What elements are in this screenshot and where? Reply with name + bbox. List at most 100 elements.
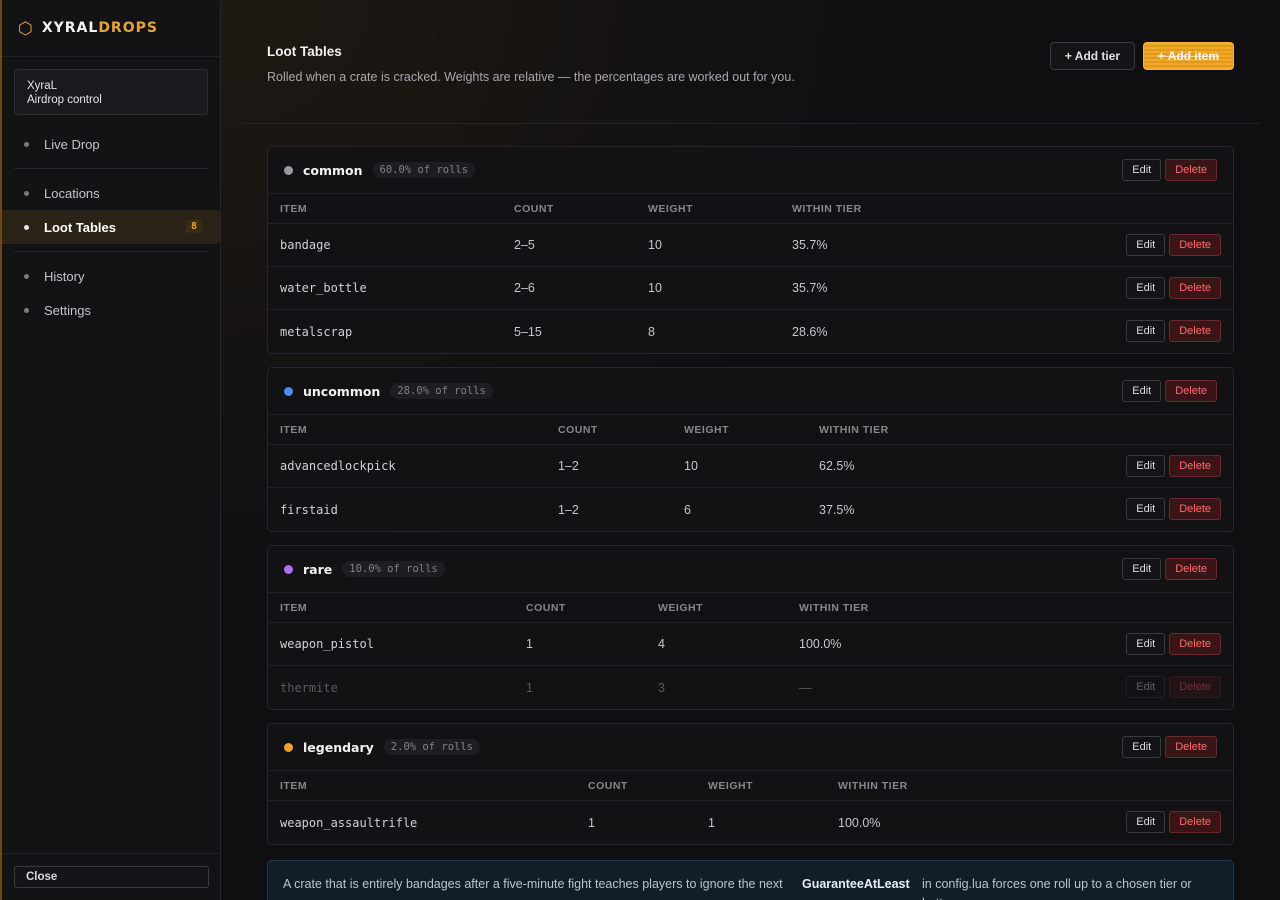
item-weight: 8 bbox=[648, 324, 655, 339]
edit-item-button[interactable]: Edit bbox=[1126, 234, 1166, 256]
item-count: 5–15 bbox=[514, 324, 542, 339]
table-row: metalscrap 5–15 8 28.6% Edit Delete bbox=[268, 310, 1233, 353]
item-weight: 4 bbox=[658, 637, 665, 651]
column-header-within-tier: WITHIN TIER bbox=[838, 779, 908, 792]
edit-item-button[interactable]: Edit bbox=[1126, 498, 1166, 520]
tier-percentage-badge: 60.0% of rolls bbox=[372, 162, 476, 178]
edit-item-button[interactable]: Edit bbox=[1126, 633, 1166, 655]
tier-color-dot bbox=[284, 165, 293, 175]
column-header-within-tier: WITHIN TIER bbox=[799, 601, 869, 614]
item-count: 1 bbox=[526, 637, 533, 651]
user-role: Airdrop control bbox=[27, 94, 102, 106]
item-count: 1 bbox=[526, 680, 533, 695]
edit-tier-button[interactable]: Edit bbox=[1122, 558, 1162, 580]
delete-tier-button[interactable]: Delete bbox=[1165, 736, 1217, 758]
edit-item-button[interactable]: Edit bbox=[1126, 811, 1166, 833]
column-header-item: ITEM bbox=[280, 202, 308, 215]
tier-name: uncommon bbox=[303, 383, 381, 399]
bullet-icon bbox=[24, 224, 29, 230]
delete-tier-button[interactable]: Delete bbox=[1165, 380, 1217, 402]
column-header-within-tier: WITHIN TIER bbox=[819, 423, 889, 436]
delete-item-button[interactable]: Delete bbox=[1169, 498, 1221, 520]
item-name: bandage bbox=[280, 238, 331, 252]
delete-item-button[interactable]: Delete bbox=[1169, 633, 1221, 655]
edit-item-button[interactable]: Edit bbox=[1126, 676, 1166, 698]
edit-item-button[interactable]: Edit bbox=[1126, 277, 1166, 299]
item-count: 1 bbox=[588, 815, 595, 830]
sidebar-item-locations[interactable]: Locations bbox=[2, 176, 220, 210]
item-within-tier: 100.0% bbox=[838, 815, 881, 830]
sidebar-item-settings[interactable]: Settings bbox=[2, 293, 220, 327]
sidebar-item-label: History bbox=[44, 268, 85, 284]
delete-item-button[interactable]: Delete bbox=[1169, 277, 1221, 299]
edit-tier-button[interactable]: Edit bbox=[1122, 159, 1162, 181]
item-name: advancedlockpick bbox=[280, 459, 396, 473]
item-name: metalscrap bbox=[280, 324, 353, 339]
divider bbox=[2, 853, 220, 854]
item-name: weapon_assaultrifle bbox=[280, 815, 418, 830]
table-row: advancedlockpick 1–2 10 62.5% Edit Delet… bbox=[268, 445, 1233, 488]
hexagon-icon: ⬡ bbox=[18, 18, 33, 38]
add-tier-button[interactable]: + Add tier bbox=[1050, 42, 1135, 70]
column-header-count: COUNT bbox=[526, 601, 566, 614]
tier-color-dot bbox=[284, 742, 293, 752]
sidebar-item-live-drop[interactable]: Live Drop bbox=[2, 127, 220, 161]
bullet-icon bbox=[24, 307, 29, 313]
notice-text: A crate that is entirely bandages after … bbox=[283, 877, 783, 900]
item-name: weapon_pistol bbox=[280, 637, 374, 651]
delete-item-button[interactable]: Delete bbox=[1169, 455, 1221, 477]
brand-name-part2: DROPS bbox=[98, 20, 158, 36]
delete-item-button[interactable]: Delete bbox=[1169, 320, 1221, 342]
item-within-tier: — bbox=[799, 680, 812, 695]
sidebar-item-loot-tables[interactable]: Loot Tables 8 bbox=[2, 210, 220, 244]
tier-header: uncommon 28.0% of rolls Edit Delete bbox=[268, 368, 1233, 415]
main-content: Loot Tables Rolled when a crate is crack… bbox=[221, 0, 1280, 900]
tier-card-uncommon: uncommon 28.0% of rolls Edit Delete ITEM… bbox=[267, 367, 1234, 532]
column-header-count: COUNT bbox=[514, 202, 554, 215]
add-item-button[interactable]: + Add item bbox=[1143, 42, 1234, 70]
item-weight: 3 bbox=[658, 680, 665, 695]
table-row: water_bottle 2–6 10 35.7% Edit Delete bbox=[268, 267, 1233, 310]
edit-item-button[interactable]: Edit bbox=[1126, 455, 1166, 477]
tier-color-dot bbox=[284, 386, 293, 396]
brand-name-part1: XYRAL bbox=[41, 20, 99, 36]
tier-name: rare bbox=[303, 561, 333, 577]
delete-tier-button[interactable]: Delete bbox=[1165, 558, 1217, 580]
column-header-weight: WEIGHT bbox=[684, 423, 729, 436]
close-button[interactable]: Close bbox=[14, 866, 209, 888]
tier-card-legendary: legendary 2.0% of rolls Edit Delete ITEM… bbox=[267, 723, 1234, 845]
column-header-count: COUNT bbox=[588, 779, 628, 792]
column-header-weight: WEIGHT bbox=[648, 202, 693, 215]
column-header-item: ITEM bbox=[280, 601, 308, 614]
sidebar-item-label: Settings bbox=[44, 302, 91, 318]
item-weight: 10 bbox=[684, 459, 698, 473]
sidebar-item-history[interactable]: History bbox=[2, 259, 220, 293]
delete-item-button[interactable]: Delete bbox=[1169, 676, 1221, 698]
item-weight: 10 bbox=[648, 281, 662, 295]
sidebar: ⬡ XYRAL DROPS XyraL Airdrop control Live … bbox=[0, 0, 221, 900]
tier-name: legendary bbox=[303, 739, 374, 755]
tier-percentage-badge: 28.0% of rolls bbox=[390, 383, 493, 399]
item-within-tier: 35.7% bbox=[792, 281, 828, 295]
item-count: 2–5 bbox=[514, 238, 535, 252]
divider bbox=[14, 251, 208, 252]
tier-color-dot bbox=[284, 564, 293, 574]
item-within-tier: 37.5% bbox=[819, 502, 855, 517]
edit-item-button[interactable]: Edit bbox=[1126, 320, 1166, 342]
edit-tier-button[interactable]: Edit bbox=[1122, 380, 1162, 402]
column-header-item: ITEM bbox=[280, 423, 308, 436]
page-header: Loot Tables Rolled when a crate is crack… bbox=[267, 44, 827, 87]
edit-tier-button[interactable]: Edit bbox=[1122, 736, 1162, 758]
delete-tier-button[interactable]: Delete bbox=[1165, 159, 1217, 181]
page-title: Loot Tables bbox=[267, 44, 342, 59]
delete-item-button[interactable]: Delete bbox=[1169, 811, 1221, 833]
delete-item-button[interactable]: Delete bbox=[1169, 234, 1221, 256]
divider bbox=[241, 123, 1260, 124]
user-name: XyraL bbox=[27, 80, 58, 92]
table-header: ITEM COUNT WEIGHT WITHIN TIER bbox=[268, 194, 1233, 224]
info-notice: A crate that is entirely bandages after … bbox=[267, 860, 1234, 900]
count-badge: 8 bbox=[185, 220, 202, 233]
item-count: 1–2 bbox=[558, 459, 579, 473]
item-count: 2–6 bbox=[514, 281, 535, 295]
notice-keyword: GuaranteeAtLeast bbox=[802, 877, 910, 891]
